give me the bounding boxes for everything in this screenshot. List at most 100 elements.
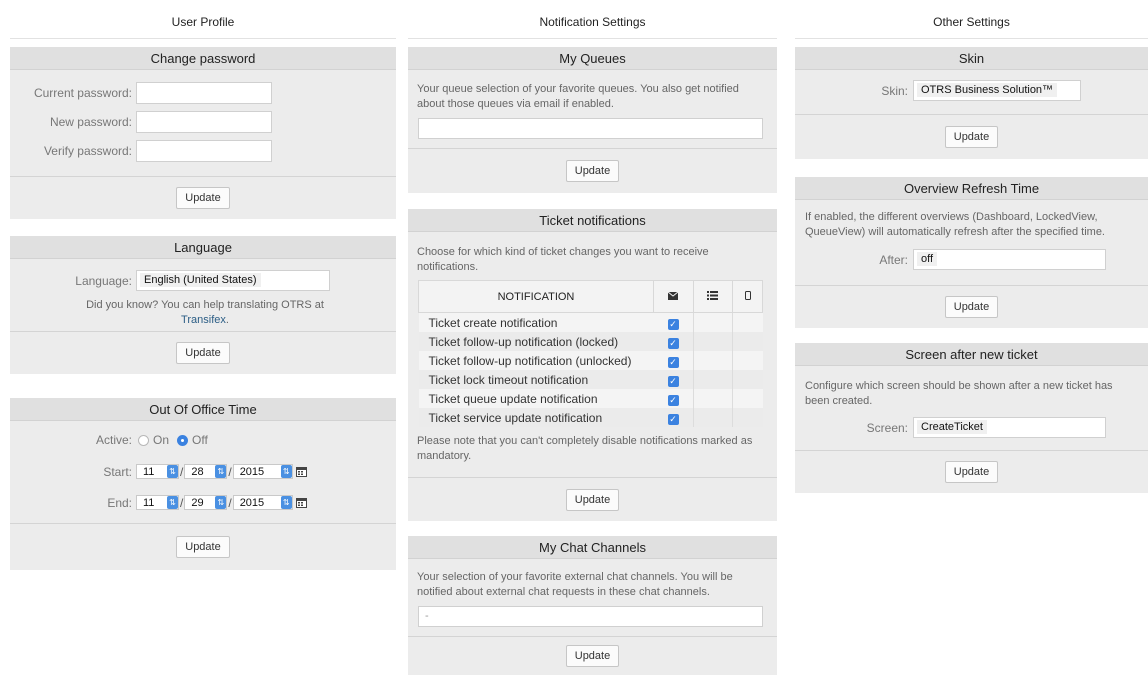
chevron-updown-icon: ⇅ — [167, 465, 178, 478]
change-password-update-button[interactable]: Update — [176, 187, 230, 209]
language-update-button[interactable]: Update — [176, 342, 230, 364]
skin-title: Skin — [795, 47, 1148, 70]
email-column-header — [652, 280, 694, 313]
web-cell — [693, 332, 734, 351]
chat-channels-widget: My Chat Channels Your selection of your … — [408, 536, 777, 675]
screen-after-ticket-footer: Update — [795, 450, 1148, 493]
current-password-label: Current password: — [33, 86, 132, 100]
mobile-column-header — [732, 280, 763, 313]
mobile-cell — [732, 408, 763, 427]
notifications-table: NOTIFICATION Ticket create notification … — [418, 280, 763, 427]
refresh-time-description: If enabled, the different overviews (Das… — [805, 211, 1105, 238]
current-password-input[interactable] — [136, 82, 272, 104]
active-off-radio[interactable] — [177, 434, 189, 446]
chevron-updown-icon: ⇅ — [215, 465, 227, 478]
end-day-select[interactable]: 29 ⇅ — [184, 495, 228, 510]
active-on-radio[interactable] — [138, 434, 149, 446]
screen-after-ticket-update-button[interactable]: Update — [944, 461, 999, 483]
chat-channels-footer: Update — [408, 636, 777, 675]
mobile-cell — [732, 351, 763, 370]
skin-select[interactable]: OTRS Business Solution™ — [913, 80, 1081, 101]
start-month-select[interactable]: 11 ⇅ — [136, 464, 179, 479]
chevron-updown-icon: ⇅ — [280, 465, 292, 478]
end-month-select[interactable]: 11 ⇅ — [136, 495, 179, 510]
new-password-input[interactable] — [136, 111, 272, 133]
skin-footer: Update — [795, 114, 1148, 159]
screen-after-ticket-description: Configure which screen should be shown a… — [805, 380, 1113, 407]
email-checkbox[interactable]: ✓ — [667, 375, 679, 387]
web-cell — [693, 370, 734, 389]
start-year-select[interactable]: 2015 ⇅ — [232, 464, 293, 479]
email-checkbox[interactable]: ✓ — [667, 394, 679, 406]
language-footer: Update — [10, 331, 396, 374]
my-queues-update-button[interactable]: Update — [565, 160, 620, 182]
my-queues-widget: My Queues Your queue selection of your f… — [408, 47, 777, 193]
mobile-cell — [732, 389, 763, 408]
active-on-label: On — [153, 433, 170, 447]
language-hint-text: Did you know? You can help translating O… — [86, 299, 324, 311]
change-password-footer: Update — [10, 176, 396, 219]
calendar-icon[interactable] — [295, 466, 307, 477]
user-profile-column: User Profile — [10, 0, 396, 39]
out-of-office-update-button[interactable]: Update — [176, 536, 230, 558]
screen-select[interactable]: CreateTicket — [913, 417, 1106, 438]
notification-name: Ticket follow-up notification (locked) — [418, 332, 654, 351]
notification-row: Ticket queue update notification ✓ — [418, 389, 763, 408]
verify-password-input[interactable] — [136, 140, 272, 162]
notification-name: Ticket lock timeout notification — [418, 370, 654, 389]
mobile-cell — [732, 312, 763, 332]
chevron-updown-icon: ⇅ — [215, 496, 227, 509]
web-cell — [693, 389, 734, 408]
skin-update-button[interactable]: Update — [944, 126, 999, 148]
email-checkbox[interactable]: ✓ — [667, 356, 679, 368]
skin-label: Skin: — [881, 83, 908, 98]
email-checkbox[interactable]: ✓ — [667, 337, 679, 349]
envelope-icon — [667, 291, 679, 300]
notification-row: Ticket follow-up notification (unlocked)… — [418, 351, 763, 370]
language-hint-suffix: . — [225, 314, 229, 326]
chat-channels-input[interactable]: - — [418, 606, 763, 627]
notification-row: Ticket service update notification ✓ — [418, 408, 763, 427]
calendar-icon[interactable] — [295, 497, 307, 508]
start-day-select[interactable]: 28 ⇅ — [184, 464, 228, 479]
my-queues-input[interactable] — [418, 118, 763, 139]
web-cell — [693, 351, 734, 370]
column-title-other-settings: Other Settings — [795, 0, 1148, 39]
chat-channels-value: - — [425, 610, 429, 622]
end-day-value: 29 — [191, 497, 204, 509]
chevron-updown-icon: ⇅ — [167, 496, 178, 509]
change-password-title: Change password — [10, 47, 396, 70]
language-label: Language: — [75, 273, 132, 288]
refresh-after-select[interactable]: off — [913, 249, 1106, 270]
ticket-notifications-footer: Update — [408, 477, 777, 521]
notification-row: Ticket create notification ✓ — [418, 312, 763, 332]
notification-settings-column: Notification Settings — [408, 0, 777, 39]
ticket-notifications-update-button[interactable]: Update — [565, 488, 620, 511]
date-separator: / — [228, 495, 232, 510]
date-separator: / — [180, 464, 184, 479]
transifex-link[interactable]: Transifex — [181, 314, 226, 326]
list-icon — [707, 290, 719, 300]
end-month-value: 11 — [143, 497, 155, 509]
refresh-time-footer: Update — [795, 285, 1148, 328]
refresh-time-update-button[interactable]: Update — [944, 296, 999, 318]
mobile-cell — [732, 370, 763, 389]
mobile-icon — [744, 290, 751, 300]
email-cell: ✓ — [653, 408, 694, 427]
email-checkbox[interactable]: ✓ — [667, 318, 679, 330]
email-cell: ✓ — [653, 389, 694, 408]
email-checkbox[interactable]: ✓ — [667, 413, 679, 425]
my-queues-title: My Queues — [408, 47, 777, 70]
language-select[interactable]: English (United States) — [136, 270, 330, 291]
language-title: Language — [10, 236, 396, 259]
refresh-after-value: off — [917, 252, 938, 266]
chat-channels-update-button[interactable]: Update — [565, 645, 620, 667]
end-year-select[interactable]: 2015 ⇅ — [232, 495, 293, 510]
refresh-after-label: After: — [879, 252, 908, 267]
chevron-updown-icon: ⇅ — [280, 496, 292, 509]
date-separator: / — [180, 495, 184, 510]
screen-value: CreateTicket — [917, 420, 987, 434]
new-password-label: New password: — [49, 115, 132, 129]
end-label: End: — [107, 495, 132, 510]
column-title-user-profile: User Profile — [10, 0, 396, 39]
